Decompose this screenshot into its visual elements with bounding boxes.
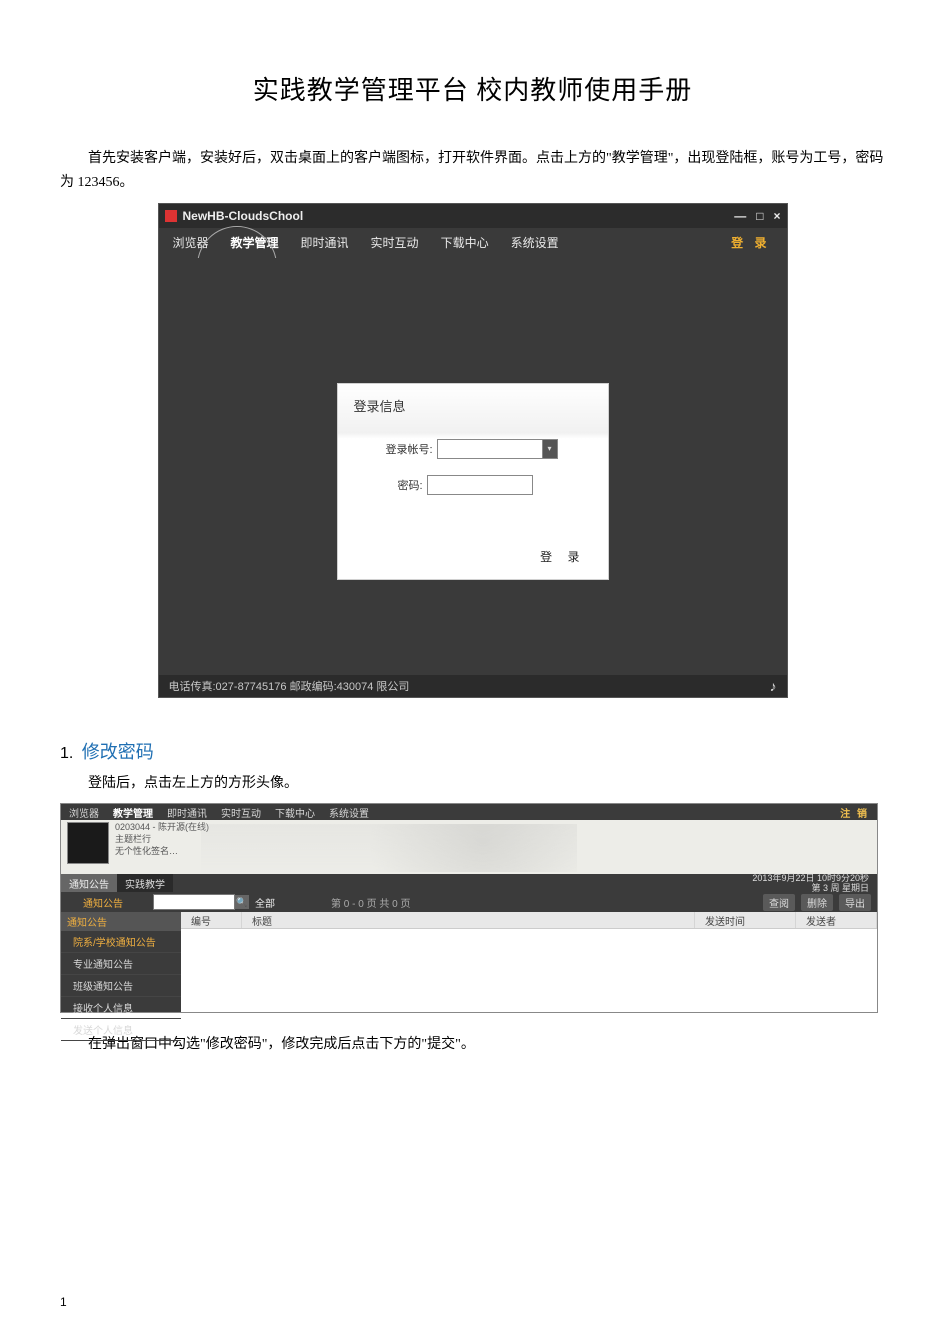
section-1-heading: 1. 修改密码 — [60, 738, 885, 764]
export-button[interactable]: 导出 — [839, 894, 871, 911]
menu-realtime-interaction[interactable]: 实时互动 — [371, 234, 419, 251]
sidebar-item-sent-messages[interactable]: 发送个人信息 — [61, 1019, 181, 1041]
window-close-button[interactable]: × — [773, 209, 780, 223]
sidebar-item-received-messages[interactable]: 接收个人信息 — [61, 997, 181, 1019]
filter-all[interactable]: 全部 — [255, 895, 275, 910]
window-titlebar: NewHB-CloudsChool — □ × — [159, 204, 787, 228]
menu-teaching-management[interactable]: 教学管理 — [231, 234, 279, 251]
sidebar-item-major-notice[interactable]: 专业通知公告 — [61, 953, 181, 975]
account-label: 登录帐号: — [386, 441, 433, 457]
notice-sidebar: 通知公告 院系/学校通知公告 专业通知公告 班级通知公告 接收个人信息 发送个人… — [61, 912, 181, 1012]
col-sender: 发送者 — [796, 912, 877, 928]
section-number: 1. — [60, 745, 73, 763]
banner-decorative-ink — [201, 824, 577, 872]
window-minimize-button[interactable]: — — [734, 209, 746, 223]
screenshot-login-window: NewHB-CloudsChool — □ × 浏览器 教学管理 即时通讯 实时… — [158, 203, 788, 698]
statusbar: 电话传真:027-87745176 邮政编码:430074 限公司 ♪ — [159, 675, 787, 697]
search-icon[interactable]: 🔍 — [235, 895, 249, 909]
sidebar-header: 通知公告 — [61, 912, 181, 931]
table-header-row: 编号 标题 发送时间 发送者 — [181, 912, 877, 929]
screenshot-main-app: 浏览器 教学管理 即时通讯 实时互动 下载中心 系统设置 注 销 0203044… — [60, 803, 878, 1013]
section-1-paragraph-2: 在弹出窗口中勾选"修改密码"，修改完成后点击下方的"提交"。 — [60, 1033, 885, 1057]
user-signature-line: 无个性化签名… — [115, 846, 209, 858]
notice-table: 编号 标题 发送时间 发送者 — [181, 912, 877, 1012]
avatar[interactable] — [67, 822, 109, 864]
intro-paragraph: 首先安装客户端，安装好后，双击桌面上的客户端图标，打开软件界面。点击上方的"教学… — [60, 147, 885, 195]
top-login-link[interactable]: 登 录 — [731, 234, 770, 251]
section-title: 修改密码 — [82, 742, 154, 762]
menu2-browser[interactable]: 浏览器 — [69, 805, 99, 820]
main-menubar: 浏览器 教学管理 即时通讯 实时互动 下载中心 系统设置 登 录 — [159, 228, 787, 258]
account-input[interactable] — [437, 439, 543, 459]
user-banner: 0203044 - 陈开源(在线) 主题栏行 无个性化签名… — [61, 820, 877, 874]
menu-download-center[interactable]: 下载中心 — [441, 234, 489, 251]
col-title: 标题 — [242, 912, 695, 928]
search-input[interactable] — [153, 894, 235, 910]
menu2-instant-messaging[interactable]: 即时通讯 — [167, 805, 207, 820]
tab-practice-teaching[interactable]: 实践教学 — [117, 874, 173, 892]
menu2-system-settings[interactable]: 系统设置 — [329, 805, 369, 820]
document-title: 实践教学管理平台 校内教师使用手册 — [60, 70, 885, 107]
window-title: NewHB-CloudsChool — [183, 209, 304, 223]
user-theme-line: 主题栏行 — [115, 834, 209, 846]
password-label: 密码: — [398, 477, 423, 493]
login-panel-title: 登录信息 — [338, 384, 608, 415]
account-dropdown-icon[interactable]: ▾ — [543, 439, 558, 459]
menu2-realtime-interaction[interactable]: 实时互动 — [221, 805, 261, 820]
menu-browser[interactable]: 浏览器 — [173, 234, 209, 251]
login-panel: 登录信息 登录帐号: ▾ 密码: 登 录 — [337, 383, 609, 580]
col-send-time: 发送时间 — [695, 912, 796, 928]
login-button[interactable]: 登 录 — [540, 548, 585, 565]
module-tabs: 通知公告 实践教学 2013年9月22日 10时9分20秒 第 3 周 星期日 — [61, 874, 877, 892]
password-input[interactable] — [427, 475, 533, 495]
delete-button[interactable]: 删除 — [801, 894, 833, 911]
menu2-teaching-management[interactable]: 教学管理 — [113, 805, 153, 820]
statusbar-text: 电话传真:027-87745176 邮政编码:430074 限公司 — [169, 678, 410, 694]
music-note-icon[interactable]: ♪ — [770, 678, 777, 694]
col-id: 编号 — [181, 912, 242, 928]
toolbar-title: 通知公告 — [61, 895, 123, 910]
view-button[interactable]: 查阅 — [763, 894, 795, 911]
tab-notice[interactable]: 通知公告 — [61, 874, 117, 892]
window-maximize-button[interactable]: □ — [756, 209, 763, 223]
main-menubar-2: 浏览器 教学管理 即时通讯 实时互动 下载中心 系统设置 注 销 — [61, 804, 877, 820]
menu2-download-center[interactable]: 下载中心 — [275, 805, 315, 820]
page-number: 1 — [60, 1295, 67, 1309]
datetime-display: 2013年9月22日 10时9分20秒 第 3 周 星期日 — [752, 874, 869, 894]
menu-system-settings[interactable]: 系统设置 — [511, 234, 559, 251]
sidebar-item-school-notice[interactable]: 院系/学校通知公告 — [61, 931, 181, 953]
notice-toolbar: 通知公告 🔍 全部 第 0 - 0 页 共 0 页 查阅 删除 导出 — [61, 892, 877, 912]
menu-instant-messaging[interactable]: 即时通讯 — [301, 234, 349, 251]
sidebar-item-class-notice[interactable]: 班级通知公告 — [61, 975, 181, 997]
paging-text: 第 0 - 0 页 共 0 页 — [331, 895, 410, 910]
user-id-line: 0203044 - 陈开源(在线) — [115, 822, 209, 834]
app-logo-icon — [165, 210, 177, 222]
logout-link[interactable]: 注 销 — [840, 805, 869, 820]
section-1-paragraph-1: 登陆后，点击左上方的方形头像。 — [60, 772, 885, 796]
